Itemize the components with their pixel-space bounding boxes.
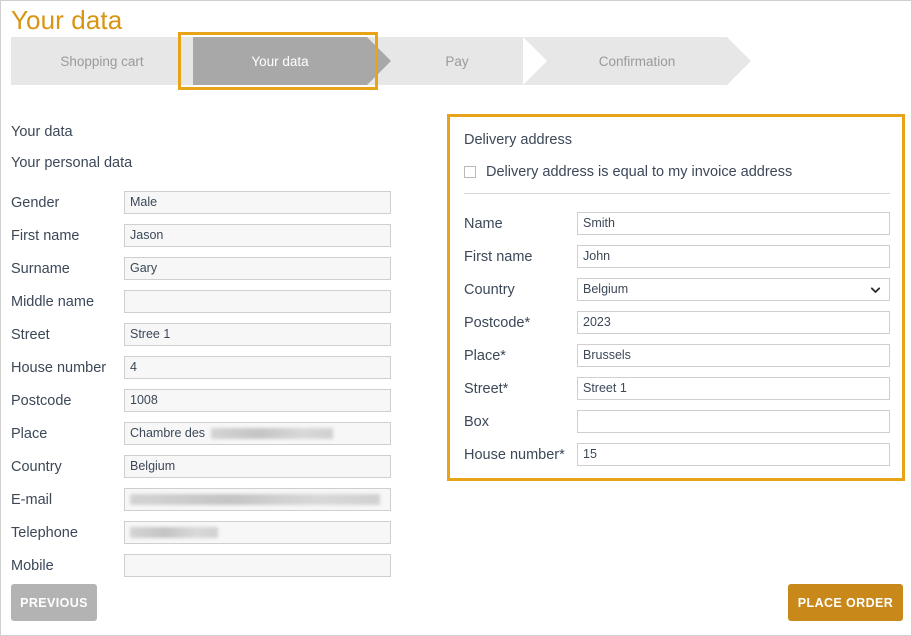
field-row-first-name: First name Jason — [11, 224, 391, 247]
field-label: Place* — [464, 347, 506, 364]
field-row-mobile: Mobile — [11, 554, 391, 577]
place-field[interactable]: Chambre des — [124, 422, 391, 445]
gender-field[interactable]: Male — [124, 191, 391, 214]
delivery-first-name-field[interactable]: John — [577, 245, 890, 268]
chevron-down-icon — [870, 286, 881, 293]
step-arrow-icon — [727, 37, 751, 85]
previous-button[interactable]: PREVIOUS — [11, 584, 97, 621]
field-label: Box — [464, 413, 489, 430]
delivery-row-first-name: First name John — [462, 245, 890, 268]
section-heading: Your data — [11, 124, 73, 140]
middle-name-field[interactable] — [124, 290, 391, 313]
street-field[interactable]: Stree 1 — [124, 323, 391, 346]
field-label: Street — [11, 326, 50, 343]
page-title: Your data — [11, 5, 123, 35]
email-field[interactable] — [124, 488, 391, 511]
delivery-country-select[interactable]: Belgium — [577, 278, 890, 301]
delivery-row-house-number: House number* 15 — [462, 443, 890, 466]
delivery-row-street: Street* Street 1 — [462, 377, 890, 400]
same-as-invoice-row[interactable]: Delivery address is equal to my invoice … — [464, 163, 890, 181]
same-as-invoice-label: Delivery address is equal to my invoice … — [486, 164, 793, 180]
field-row-telephone: Telephone — [11, 521, 391, 544]
redacted-bar — [130, 494, 380, 506]
field-label: First name — [11, 227, 80, 244]
field-label: Name — [464, 215, 503, 232]
field-row-postcode: Postcode 1008 — [11, 389, 391, 412]
surname-field[interactable]: Gary — [124, 257, 391, 280]
delivery-name-field[interactable]: Smith — [577, 212, 890, 235]
step-label: Your data — [251, 53, 309, 69]
step-label: Confirmation — [598, 53, 676, 69]
delivery-row-name: Name Smith — [462, 212, 890, 235]
delivery-row-place: Place* Brussels — [462, 344, 890, 367]
delivery-row-box: Box — [462, 410, 890, 433]
checkout-steps: Shopping cart Your data Pay Confirmation — [11, 37, 751, 85]
field-label: Country — [464, 281, 515, 298]
field-label: Place — [11, 425, 48, 442]
delivery-place-field[interactable]: Brussels — [577, 344, 890, 367]
field-label: Street* — [464, 380, 509, 397]
step-label: Shopping cart — [60, 53, 144, 69]
field-row-house-number: House number 4 — [11, 356, 391, 379]
field-row-place: Place Chambre des — [11, 422, 391, 445]
field-label: Postcode* — [464, 314, 531, 331]
delivery-address-panel: Delivery address Delivery address is equ… — [447, 114, 905, 481]
personal-data-section: Your data Your personal data Gender Male… — [11, 123, 391, 587]
redacted-bar — [210, 428, 333, 440]
panel-divider — [464, 193, 890, 194]
postcode-field[interactable]: 1008 — [124, 389, 391, 412]
step-your-data[interactable]: Your data — [169, 37, 391, 85]
field-label: Middle name — [11, 293, 95, 310]
field-row-gender: Gender Male — [11, 191, 391, 214]
delivery-house-number-field[interactable]: 15 — [577, 443, 890, 466]
delivery-row-postcode: Postcode* 2023 — [462, 311, 890, 334]
delivery-box-field[interactable] — [577, 410, 890, 433]
field-label: First name — [464, 248, 533, 265]
redacted-bar — [130, 527, 218, 539]
delivery-postcode-field[interactable]: 2023 — [577, 311, 890, 334]
field-row-middle-name: Middle name — [11, 290, 391, 313]
field-label: Telephone — [11, 524, 78, 541]
step-shopping-cart[interactable]: Shopping cart — [11, 37, 217, 85]
mobile-field[interactable] — [124, 554, 391, 577]
field-row-email: E-mail — [11, 488, 391, 511]
field-label: Surname — [11, 260, 70, 277]
field-label: Postcode — [11, 392, 72, 409]
field-label: Gender — [11, 194, 60, 211]
delivery-address-title: Delivery address — [464, 132, 572, 148]
delivery-country-value: Belgium — [583, 282, 629, 296]
delivery-street-field[interactable]: Street 1 — [577, 377, 890, 400]
telephone-field[interactable] — [124, 521, 391, 544]
field-label: E-mail — [11, 491, 53, 508]
field-label: Country — [11, 458, 62, 475]
country-field[interactable]: Belgium — [124, 455, 391, 478]
field-row-surname: Surname Gary — [11, 257, 391, 280]
field-label: Mobile — [11, 557, 54, 574]
section-subheading: Your personal data — [11, 155, 133, 171]
step-pay[interactable]: Pay — [343, 37, 571, 85]
field-row-street: Street Stree 1 — [11, 323, 391, 346]
place-value: Chambre des — [130, 426, 209, 440]
field-label: House number — [11, 359, 107, 376]
field-row-country: Country Belgium — [11, 455, 391, 478]
checkout-page: Your data Shopping cart Your data Pay Co… — [0, 0, 912, 636]
delivery-row-country: Country Belgium — [462, 278, 890, 301]
first-name-field[interactable]: Jason — [124, 224, 391, 247]
step-confirmation[interactable]: Confirmation — [523, 37, 751, 85]
house-number-field[interactable]: 4 — [124, 356, 391, 379]
same-as-invoice-checkbox[interactable] — [464, 166, 476, 178]
field-label: House number* — [464, 446, 565, 463]
step-label: Pay — [445, 53, 469, 69]
place-order-button[interactable]: PLACE ORDER — [788, 584, 903, 621]
